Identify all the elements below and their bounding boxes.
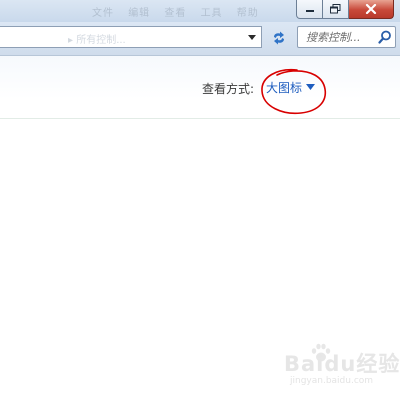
baidu-watermark: Baidu经验 jingyan.baidu.com bbox=[284, 340, 399, 390]
close-icon bbox=[365, 4, 377, 14]
menu-item: 工具 bbox=[200, 8, 223, 19]
minimize-button[interactable] bbox=[296, 0, 323, 19]
view-by-label: 查看方式: bbox=[202, 82, 255, 96]
search-box[interactable] bbox=[297, 26, 396, 48]
address-bar[interactable]: ▸ 所有控制... bbox=[0, 26, 262, 48]
refresh-button[interactable] bbox=[267, 28, 291, 48]
title-bar: 文件 编辑 查看 工具 帮助 bbox=[0, 0, 400, 22]
watermark-text: Baidu经验 bbox=[284, 352, 400, 376]
search-input[interactable] bbox=[298, 27, 376, 47]
content-header bbox=[0, 56, 400, 119]
restore-button[interactable] bbox=[323, 0, 349, 19]
annotation-circle bbox=[261, 68, 327, 115]
menu-item: 编辑 bbox=[128, 8, 151, 19]
navigation-bar: ▸ 所有控制... bbox=[0, 22, 400, 56]
search-icon[interactable] bbox=[378, 30, 392, 44]
address-dropdown-button[interactable] bbox=[245, 30, 259, 44]
close-button[interactable] bbox=[349, 0, 394, 19]
address-text: ▸ 所有控制... bbox=[68, 35, 126, 46]
menu-item: 查看 bbox=[164, 8, 187, 19]
faded-menu-bar: 文件 编辑 查看 工具 帮助 bbox=[92, 4, 269, 19]
chevron-down-icon bbox=[248, 34, 256, 40]
menu-item: 文件 bbox=[92, 8, 114, 19]
menu-item: 帮助 bbox=[236, 8, 259, 19]
watermark-url: jingyan.baidu.com bbox=[290, 376, 374, 386]
minimize-icon bbox=[305, 10, 314, 12]
window-controls bbox=[296, 0, 394, 19]
restore-icon bbox=[330, 4, 341, 14]
refresh-icon bbox=[274, 31, 284, 45]
